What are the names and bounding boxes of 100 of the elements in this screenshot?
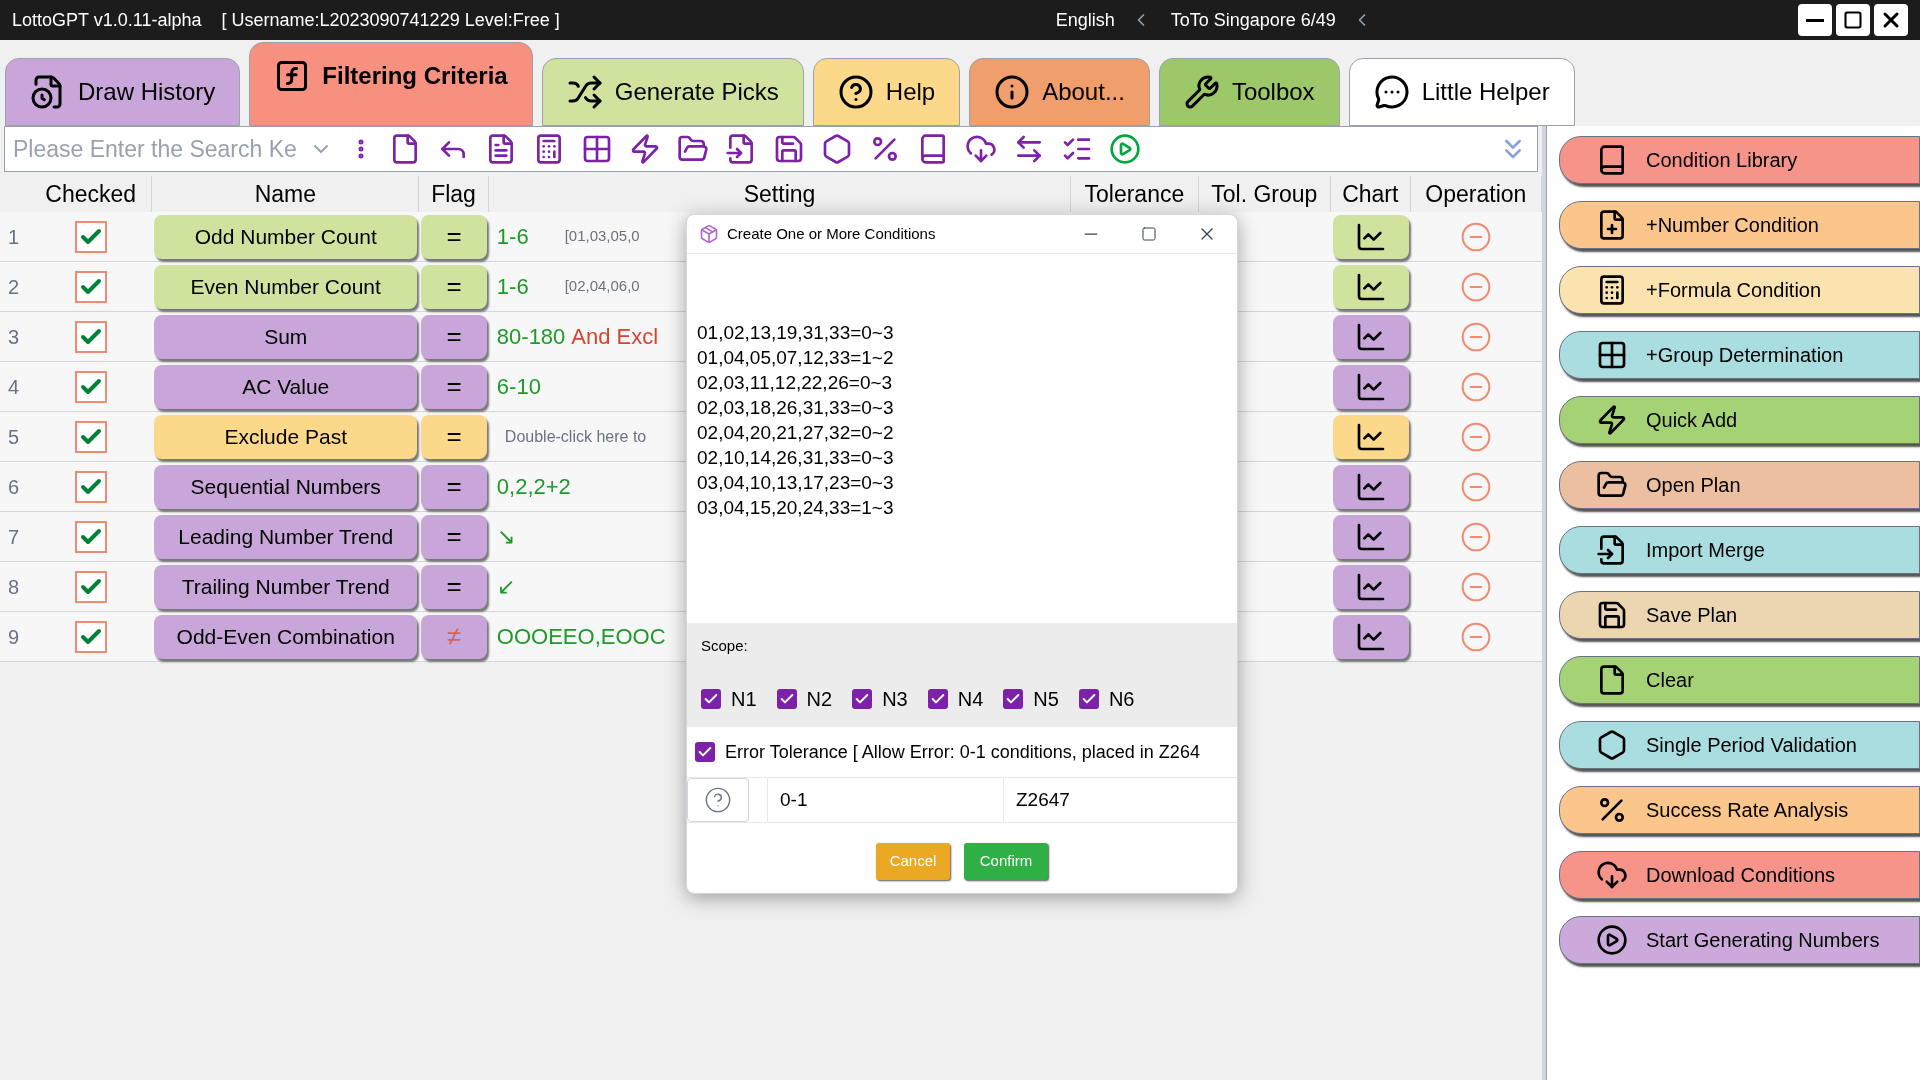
checkbox[interactable]: [852, 688, 873, 709]
checkbox[interactable]: [695, 742, 715, 762]
chart-button[interactable]: [1332, 314, 1409, 359]
condition-line: 02,03,18,26,31,33=0~3: [697, 396, 895, 420]
condition-name-button[interactable]: Even Number Count: [154, 264, 418, 309]
tab[interactable]: Little Helper: [1348, 58, 1575, 126]
chart-button[interactable]: [1332, 464, 1409, 509]
checkbox[interactable]: [75, 520, 108, 553]
setting-value: 80-180: [496, 323, 566, 351]
maximize-icon[interactable]: [1141, 226, 1157, 242]
lightning-icon[interactable]: [629, 133, 661, 165]
condition-line: 02,03,11,12,22,26=0~3: [697, 371, 894, 395]
language-label[interactable]: English: [1055, 6, 1115, 34]
group-field[interactable]: Z2647: [1003, 778, 1237, 822]
side-button[interactable]: Quick Add: [1559, 396, 1920, 444]
flag-button[interactable]: =: [421, 314, 487, 359]
setting-exclusion: And Excl: [571, 323, 659, 351]
help-button[interactable]: [687, 778, 749, 822]
info-icon: [994, 74, 1031, 110]
side-button[interactable]: Condition Library: [1559, 136, 1920, 184]
row-number: 6: [7, 474, 21, 500]
chart-button[interactable]: [1332, 514, 1409, 559]
side-button[interactable]: Save Plan: [1559, 591, 1920, 639]
condition-name-button[interactable]: Trailing Number Trend: [154, 564, 418, 609]
checkbox-label: N2: [806, 686, 833, 712]
row-number: 4: [7, 374, 21, 400]
flag-button[interactable]: =: [421, 364, 487, 409]
flag-button[interactable]: =: [421, 264, 487, 309]
row-number: 3: [7, 324, 21, 350]
chart-button[interactable]: [1332, 214, 1409, 259]
side-button[interactable]: +Group Determination: [1559, 331, 1920, 379]
checkbox-label: N5: [1033, 686, 1059, 712]
lottery-label[interactable]: ToTo Singapore 6/49: [1170, 6, 1336, 34]
tab[interactable]: About...: [969, 58, 1150, 126]
app-icon: [699, 224, 719, 244]
flag-button[interactable]: =: [421, 564, 487, 609]
restore-button[interactable]: [1836, 4, 1870, 36]
setting-hint: Double-click here to: [504, 426, 647, 447]
chart-button[interactable]: [1332, 614, 1409, 659]
checkbox[interactable]: [75, 220, 108, 253]
flag-button[interactable]: =: [421, 414, 487, 459]
help-icon: [837, 74, 874, 110]
checkbox[interactable]: [75, 420, 108, 453]
row-number: 1: [7, 224, 21, 250]
error-range-field[interactable]: 0-1: [767, 778, 1003, 822]
flag-button[interactable]: =: [421, 214, 487, 259]
row-number: 2: [7, 274, 21, 300]
side-button[interactable]: Single Period Validation: [1559, 721, 1920, 769]
dialog-title: Create One or More Conditions: [727, 223, 936, 244]
checkbox[interactable]: [75, 270, 108, 303]
checkbox[interactable]: [75, 620, 108, 653]
checkbox[interactable]: [75, 370, 108, 403]
flag-button[interactable]: =: [421, 514, 487, 559]
checkbox[interactable]: [701, 688, 721, 709]
row-number: 9: [7, 624, 21, 650]
grid-icon[interactable]: [581, 133, 613, 165]
flag-button[interactable]: =: [421, 464, 487, 509]
chart-button[interactable]: [1332, 564, 1409, 609]
chart-button[interactable]: [1332, 364, 1409, 409]
condition-name-button[interactable]: Sequential Numbers: [154, 464, 418, 509]
cloud-download-icon[interactable]: [965, 133, 997, 165]
tab[interactable]: Draw History: [5, 58, 241, 126]
side-button[interactable]: Open Plan: [1559, 461, 1920, 509]
tab[interactable]: Filtering Criteria: [249, 42, 533, 126]
condition-name-button[interactable]: Sum: [154, 314, 418, 359]
search-field[interactable]: Please Enter the Search Ke: [13, 131, 333, 167]
checkbox[interactable]: [75, 570, 108, 603]
error-tolerance-label: Error Tolerance [ Allow Error: 0-1 conditions, placed in Z264: [725, 740, 1200, 764]
tab[interactable]: Help: [812, 58, 961, 126]
save-icon[interactable]: [773, 133, 805, 165]
hexagon-icon: [1596, 729, 1628, 761]
condition-name-button[interactable]: Odd-Even Combination: [154, 614, 418, 659]
tab[interactable]: Toolbox: [1158, 58, 1340, 126]
checkbox[interactable]: [1078, 688, 1099, 709]
setting-value: 0,2,2+2: [496, 473, 571, 501]
checkbox[interactable]: [1003, 688, 1024, 709]
setting-value: 1-6: [496, 273, 529, 301]
side-button[interactable]: Clear: [1559, 656, 1920, 704]
chart-button[interactable]: [1332, 414, 1409, 459]
tab[interactable]: Generate Picks: [541, 58, 804, 126]
side-button[interactable]: +Number Condition: [1559, 201, 1920, 249]
play-icon[interactable]: [1109, 133, 1141, 165]
condition-name-button[interactable]: Leading Number Trend: [154, 514, 418, 559]
checkbox[interactable]: [776, 688, 797, 709]
condition-name-button[interactable]: Odd Number Count: [154, 214, 418, 259]
checkbox[interactable]: [75, 470, 108, 503]
chart-button[interactable]: [1332, 264, 1409, 309]
side-button[interactable]: Import Merge: [1559, 526, 1920, 574]
side-button[interactable]: Download Conditions: [1559, 851, 1920, 899]
checkbox[interactable]: [927, 688, 948, 709]
checkbox[interactable]: [75, 320, 108, 353]
close-button[interactable]: [1874, 4, 1908, 36]
hexagon-icon[interactable]: [821, 133, 853, 165]
minimize-button[interactable]: [1798, 4, 1832, 36]
setting-numbers: [01,03,05,0: [564, 226, 640, 247]
side-button[interactable]: +Formula Condition: [1559, 266, 1920, 314]
side-button[interactable]: Success Rate Analysis: [1559, 786, 1920, 834]
condition-name-button[interactable]: Exclude Past: [154, 414, 418, 459]
side-button[interactable]: Start Generating Numbers: [1559, 916, 1920, 964]
condition-name-button[interactable]: AC Value: [154, 364, 418, 409]
